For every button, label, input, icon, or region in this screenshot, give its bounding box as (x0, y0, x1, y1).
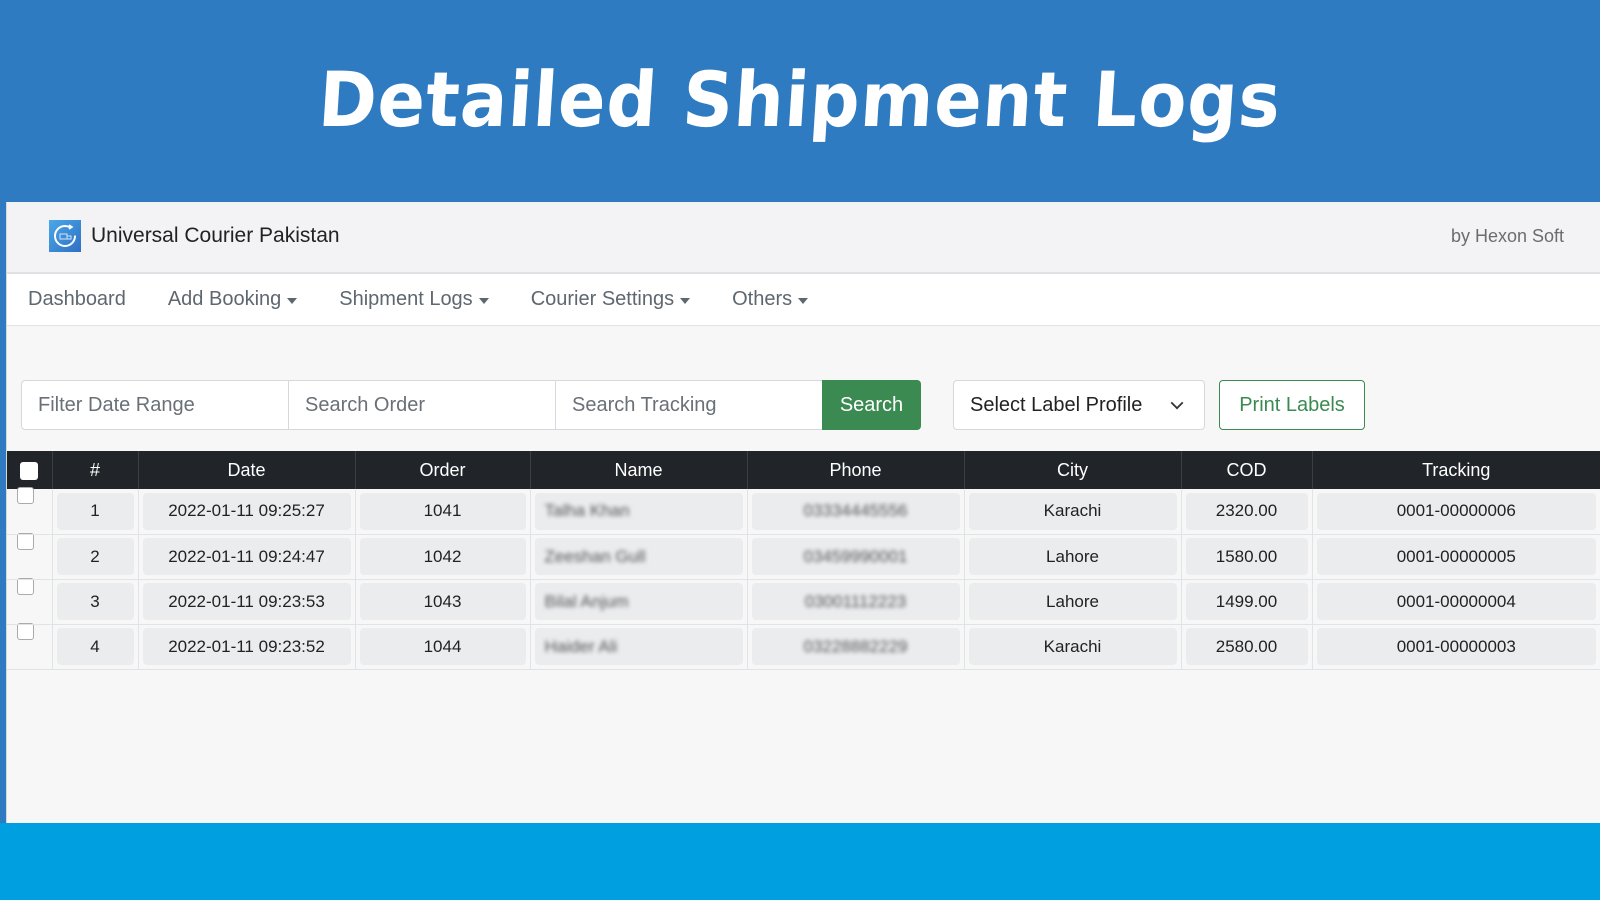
row-phone: 03228882229 (803, 636, 908, 656)
caret-down-icon (287, 297, 298, 304)
table-row[interactable]: 4 2022-01-11 09:23:52 1044 Haider Ali 03… (7, 622, 1600, 670)
row-name: Bilal Anjum (544, 591, 629, 611)
row-date: 2022-01-11 09:23:52 (142, 628, 351, 665)
col-header-date[interactable]: Date (138, 451, 356, 489)
nav-shipment-logs[interactable]: Shipment Logs (339, 288, 489, 311)
row-order[interactable]: 1044 (359, 628, 526, 665)
caret-down-icon (680, 297, 691, 304)
row-city: Karachi (968, 628, 1177, 665)
col-header-number: # (52, 451, 139, 489)
row-cod: 1580.00 (1185, 538, 1308, 575)
search-button[interactable]: Search (822, 380, 921, 430)
col-header-tracking[interactable]: Tracking (1312, 451, 1600, 489)
row-select-cell (7, 577, 53, 625)
search-order-input[interactable] (288, 380, 556, 430)
brand-bar: Universal Courier Pakistan by Hexon Soft (7, 202, 1600, 274)
filter-toolbar: Search Select Label Profile Print Labels (21, 380, 1365, 430)
row-number: 4 (56, 628, 134, 665)
label-profile-select[interactable]: Select Label Profile (953, 380, 1205, 430)
row-phone: 03459990001 (803, 546, 908, 566)
main-nav: Dashboard Add Booking Shipment Logs Cour… (7, 274, 1600, 326)
row-tracking[interactable]: 0001-00000005 (1316, 538, 1596, 575)
row-name: Zeeshan Gull (544, 546, 646, 566)
brand-name[interactable]: Universal Courier Pakistan (91, 224, 340, 248)
row-city: Lahore (968, 538, 1177, 575)
print-labels-button[interactable]: Print Labels (1219, 380, 1365, 430)
row-order[interactable]: 1042 (359, 538, 526, 575)
nav-others[interactable]: Others (732, 288, 809, 311)
row-name: Haider Ali (544, 636, 618, 656)
row-city: Lahore (968, 583, 1177, 620)
label-profile-value: Select Label Profile (970, 393, 1143, 416)
row-number: 2 (56, 538, 134, 575)
col-header-phone[interactable]: Phone (747, 451, 965, 489)
table-row[interactable]: 3 2022-01-11 09:23:53 1043 Bilal Anjum 0… (7, 577, 1600, 625)
col-header-name[interactable]: Name (530, 451, 748, 489)
nav-add-booking-label: Add Booking (167, 288, 282, 310)
nav-courier-settings-label: Courier Settings (530, 288, 675, 310)
table-header-row: # Date Order Name Phone City COD Trackin… (7, 451, 1600, 489)
row-select-cell (7, 622, 53, 670)
row-date: 2022-01-11 09:24:47 (142, 538, 351, 575)
row-phone: 03001112223 (804, 591, 907, 611)
nav-shipment-logs-label: Shipment Logs (339, 288, 473, 310)
row-tracking[interactable]: 0001-00000003 (1316, 628, 1596, 665)
row-phone: 03334445556 (803, 501, 908, 521)
app-window: Universal Courier Pakistan by Hexon Soft… (6, 202, 1600, 823)
nav-dashboard-label: Dashboard (28, 288, 126, 310)
chevron-down-icon (1170, 396, 1184, 410)
row-order[interactable]: 1043 (359, 583, 526, 620)
caret-down-icon (478, 297, 489, 304)
row-cod: 2580.00 (1185, 628, 1308, 665)
select-all-header[interactable] (7, 451, 53, 489)
promo-banner: Detailed Shipment Logs (0, 0, 1600, 202)
vendor-byline: by Hexon Soft (1450, 226, 1564, 246)
courier-logo-icon[interactable] (49, 220, 81, 252)
row-cod: 1499.00 (1185, 583, 1308, 620)
nav-courier-settings[interactable]: Courier Settings (530, 288, 691, 311)
select-all-checkbox[interactable] (20, 461, 39, 480)
banner-title: Detailed Shipment Logs (315, 54, 1285, 144)
table-row[interactable]: 1 2022-01-11 09:25:27 1041 Talha Khan 03… (7, 487, 1600, 535)
row-tracking[interactable]: 0001-00000004 (1316, 583, 1596, 620)
col-header-cod[interactable]: COD (1181, 451, 1313, 489)
row-checkbox[interactable] (17, 622, 34, 640)
row-checkbox[interactable] (17, 577, 34, 595)
row-checkbox[interactable] (17, 532, 34, 550)
row-date: 2022-01-11 09:25:27 (142, 492, 351, 530)
row-select-cell (7, 532, 53, 580)
row-number: 1 (56, 492, 134, 530)
table-row[interactable]: 2 2022-01-11 09:24:47 1042 Zeeshan Gull … (7, 532, 1600, 580)
row-checkbox[interactable] (17, 487, 34, 504)
row-date: 2022-01-11 09:23:53 (142, 583, 351, 620)
row-select-cell (7, 487, 53, 535)
col-header-city[interactable]: City (964, 451, 1182, 489)
nav-others-label: Others (732, 288, 793, 310)
row-tracking[interactable]: 0001-00000006 (1316, 492, 1596, 530)
caret-down-icon (798, 297, 809, 304)
search-tracking-input[interactable] (555, 380, 823, 430)
row-order[interactable]: 1041 (359, 492, 526, 530)
nav-add-booking[interactable]: Add Booking (167, 288, 298, 311)
col-header-order[interactable]: Order (355, 451, 531, 489)
nav-dashboard[interactable]: Dashboard (28, 288, 126, 311)
row-city: Karachi (968, 492, 1177, 530)
shipment-logs-table: # Date Order Name Phone City COD Trackin… (7, 451, 1600, 670)
date-range-input[interactable] (21, 380, 289, 430)
row-name: Talha Khan (544, 501, 630, 521)
footer-band (0, 823, 1600, 900)
row-cod: 2320.00 (1185, 492, 1308, 530)
row-number: 3 (56, 583, 134, 620)
